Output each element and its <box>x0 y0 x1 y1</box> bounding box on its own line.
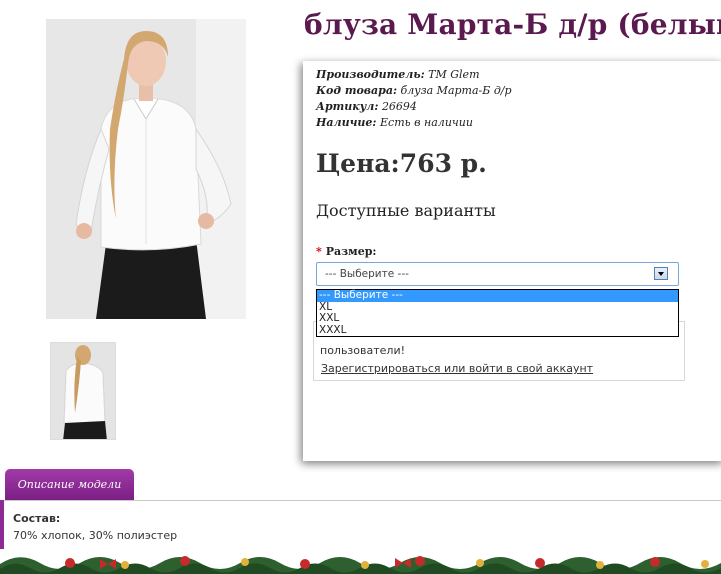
spec-label: Код товара: <box>316 84 398 97</box>
price-value: 763 р. <box>399 149 487 178</box>
size-dropdown-list[interactable]: --- Выберите --- XL XXL XXXL <box>316 289 679 337</box>
size-select-value: --- Выберите --- <box>325 268 409 280</box>
size-option[interactable]: XL <box>317 301 678 314</box>
product-title: блуза Марта-Б д/р (белый) <box>304 8 721 41</box>
size-label-text: Размер: <box>325 245 377 258</box>
chevron-down-icon[interactable] <box>654 267 668 280</box>
spec-product-code: Код товара: блуза Марта-Б д/р <box>316 83 512 99</box>
register-login-link[interactable]: Зарегистрироваться или войти в свой акка… <box>321 362 593 375</box>
spec-value: 26694 <box>381 100 417 113</box>
spec-list: Производитель: ТМ Glem Код товара: блуза… <box>316 67 512 131</box>
tab-description[interactable]: Описание модели <box>5 469 134 500</box>
size-option[interactable]: XXXL <box>317 324 678 337</box>
composition-value: 70% хлопок, 30% полиэстер <box>13 529 178 542</box>
login-note: пользователи! <box>320 344 406 357</box>
tab-divider <box>0 500 721 501</box>
composition-heading: Состав: <box>13 512 61 525</box>
spec-label: Артикул: <box>316 100 379 113</box>
required-mark: * <box>316 245 322 258</box>
product-main-photo[interactable] <box>46 19 246 319</box>
size-option[interactable]: XXL <box>317 312 678 325</box>
size-option[interactable]: --- Выберите --- <box>317 289 678 302</box>
price: Цена:763 р. <box>316 149 487 178</box>
spec-article: Артикул: 26694 <box>316 99 512 115</box>
variants-heading: Доступные варианты <box>316 201 496 220</box>
tab-accent-bar <box>0 500 4 550</box>
size-label: * Размер: <box>316 245 377 258</box>
product-info-panel: Производитель: ТМ Glem Код товара: блуза… <box>303 61 721 461</box>
spec-manufacturer: Производитель: ТМ Glem <box>316 67 512 83</box>
spec-value: ТМ Glem <box>428 68 480 81</box>
spec-value: блуза Марта-Б д/р <box>400 84 512 97</box>
spec-value: Есть в наличии <box>380 116 473 129</box>
garland-decoration <box>0 549 721 574</box>
spec-label: Наличие: <box>316 116 377 129</box>
spec-availability: Наличие: Есть в наличии <box>316 115 512 131</box>
price-label: Цена: <box>316 149 400 178</box>
spec-label: Производитель: <box>316 68 425 81</box>
product-thumbnail[interactable] <box>50 342 116 440</box>
size-select[interactable]: --- Выберите --- <box>316 262 679 286</box>
